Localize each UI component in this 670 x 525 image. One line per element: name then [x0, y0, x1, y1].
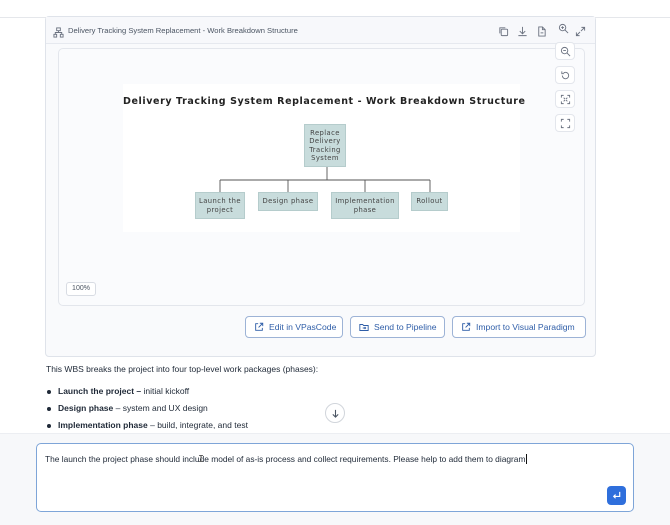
chat-input-text[interactable]: The launch the project phase should incl… — [45, 454, 528, 464]
chat-input[interactable]: The launch the project phase should incl… — [36, 443, 634, 512]
fullscreen-icon[interactable] — [555, 114, 575, 132]
list-item-title: Design phase — [58, 403, 114, 413]
expand-icon[interactable] — [575, 24, 587, 37]
export-file-icon[interactable] — [536, 24, 548, 37]
reset-icon[interactable] — [555, 66, 575, 84]
wbs-root-node[interactable]: Replace Delivery Tracking System — [304, 124, 346, 167]
download-icon[interactable] — [517, 24, 529, 37]
chat-input-value: The launch the project phase should incl… — [45, 454, 526, 464]
list-item: Launch the project – initial kickoff — [46, 386, 346, 403]
send-button[interactable] — [607, 486, 626, 505]
copy-icon[interactable] — [498, 24, 510, 37]
fit-icon[interactable] — [555, 90, 575, 108]
wbs-node-rollout[interactable]: Rollout — [411, 192, 448, 211]
zoom-out-icon[interactable] — [555, 42, 575, 60]
list-item-text: – build, integrate, and test — [147, 420, 248, 430]
hierarchy-icon — [53, 25, 64, 38]
card-header: Delivery Tracking System Replacement - W… — [46, 17, 595, 44]
external-link-icon — [255, 322, 264, 331]
text-caret — [526, 454, 528, 464]
import-to-visual-paradigm-button[interactable]: Import to Visual Paradigm — [452, 316, 586, 338]
wbs-node-launch[interactable]: Launch the project — [195, 192, 245, 219]
zoom-in-icon[interactable] — [558, 21, 570, 34]
list-item-title: Implementation phase — [58, 420, 148, 430]
edit-in-vpascode-button[interactable]: Edit in VPasCode — [245, 316, 343, 338]
zoom-percentage[interactable]: 100% — [66, 282, 96, 296]
enter-icon — [612, 491, 621, 499]
folder-send-icon — [359, 324, 369, 331]
edit-in-vpascode-label: Edit in VPasCode — [269, 322, 337, 332]
list-item-title: Launch the project – — [58, 386, 142, 396]
scroll-to-bottom-button[interactable] — [325, 403, 345, 423]
list-item-text: initial kickoff — [141, 386, 190, 396]
wbs-node-implementation[interactable]: Implementation phase — [331, 192, 399, 219]
card-title: Delivery Tracking System Replacement - W… — [68, 26, 298, 35]
list-item: Design phase – system and UX design — [46, 403, 346, 420]
message-intro: This WBS breaks the project into four to… — [46, 364, 319, 374]
mouse-cursor-ibeam: I — [198, 454, 205, 465]
external-link-icon — [462, 322, 471, 331]
import-to-visual-paradigm-label: Import to Visual Paradigm — [476, 322, 575, 332]
send-to-pipeline-button[interactable]: Send to Pipeline — [350, 316, 445, 338]
wbs-diagram: Delivery Tracking System Replacement - W… — [123, 84, 525, 232]
phase-list: Launch the project – initial kickoff Des… — [46, 386, 346, 437]
arrow-down-icon — [332, 409, 339, 418]
wbs-node-design[interactable]: Design phase — [258, 192, 318, 211]
list-item-text: – system and UX design — [113, 403, 208, 413]
send-to-pipeline-label: Send to Pipeline — [374, 322, 437, 332]
